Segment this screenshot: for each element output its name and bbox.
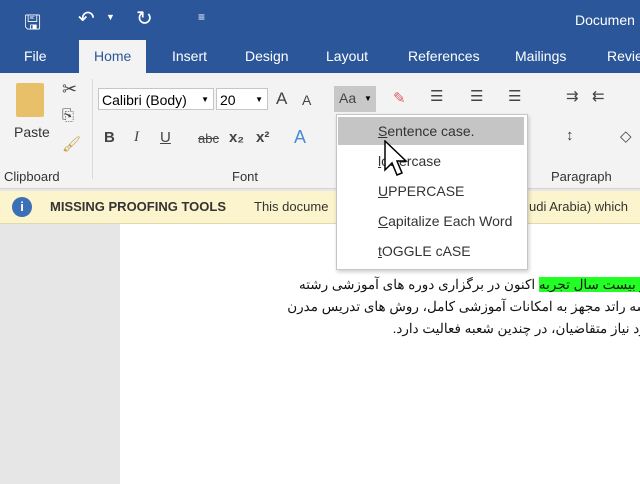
shading-icon[interactable]: ◇ (620, 127, 632, 145)
customize-icon[interactable]: ≡ (198, 10, 205, 24)
message-text-end: udi Arabia) which (529, 199, 628, 214)
change-case-button[interactable]: Aa ▼ (334, 86, 376, 112)
copy-icon[interactable]: ⎘ (62, 107, 74, 124)
menu-item-toggle-case[interactable]: tOGGLE cASE (338, 237, 524, 265)
paragraph-group-label: Paragraph (551, 169, 612, 184)
redo-icon[interactable]: ↻ (136, 6, 153, 31)
underline-button[interactable]: U (160, 129, 171, 146)
shrink-font-icon[interactable]: A (302, 92, 311, 108)
cut-icon[interactable]: ✂ (62, 79, 77, 100)
highlighted-text: ر از بیست سال تجربه (538, 277, 640, 292)
save-icon[interactable]: 🖫 (24, 8, 41, 42)
ribbon-tabs: File Home Insert Design Layout Reference… (0, 40, 640, 73)
change-case-menu: Sentence case. lowercase UPPERCASE Capit… (336, 114, 528, 270)
tab-design[interactable]: Design (245, 40, 289, 73)
document-title: Documen (575, 12, 635, 28)
info-icon: i (12, 197, 32, 217)
tab-mailings[interactable]: Mailings (515, 40, 566, 73)
subscript-button[interactable]: x₂ (229, 129, 244, 146)
strikethrough-button[interactable]: abc (198, 131, 219, 146)
decrease-indent-icon[interactable]: ⇉ (566, 87, 579, 105)
text-effects-icon[interactable]: A (294, 127, 306, 148)
clear-formatting-icon[interactable]: ✎ (393, 89, 406, 107)
message-bar: i MISSING PROOFING TOOLS This docume udi… (0, 191, 640, 224)
format-painter-icon[interactable]: 🖌 (62, 135, 81, 153)
tab-home[interactable]: Home (79, 40, 147, 73)
font-size-select[interactable]: 20 ▼ (216, 88, 268, 110)
title-bar: 🖫 ↶ ▼ ↻ ≡ Documen (0, 0, 640, 40)
paste-button[interactable]: Paste (14, 124, 50, 140)
message-text: This docume (254, 199, 329, 214)
menu-item-capitalize-each-word[interactable]: Capitalize Each Word (338, 207, 524, 235)
increase-indent-icon[interactable]: ⇇ (592, 87, 605, 105)
tab-file[interactable]: File (24, 40, 47, 73)
tab-review[interactable]: Revie (607, 40, 640, 73)
font-name-select[interactable]: Calibri (Body) ▼ (98, 88, 214, 110)
multilevel-list-icon[interactable]: ☰ (508, 87, 521, 105)
document-body[interactable]: ر از بیست سال تجربه اکنون در برگزاری دور… (140, 274, 640, 340)
menu-item-sentence-case[interactable]: Sentence case. (338, 117, 524, 145)
undo-dropdown-icon[interactable]: ▼ (106, 12, 115, 22)
undo-icon[interactable]: ↶ (78, 6, 95, 31)
superscript-button[interactable]: x² (256, 129, 269, 146)
paste-icon[interactable] (16, 83, 44, 117)
italic-button[interactable]: I (134, 129, 139, 146)
tab-insert[interactable]: Insert (172, 40, 207, 73)
clipboard-group-label: Clipboard (4, 169, 60, 184)
mouse-cursor-icon (384, 140, 408, 176)
bold-button[interactable]: B (104, 129, 115, 146)
tab-references[interactable]: References (408, 40, 480, 73)
ribbon: Paste ✂ ⎘ 🖌 Clipboard Calibri (Body) ▼ 20… (0, 73, 640, 189)
paragraph-line: مورد نیاز متقاضیان، در چندین شعبه فعالیت… (392, 321, 640, 336)
line-spacing-icon[interactable]: ↕ (566, 127, 574, 144)
message-title: MISSING PROOFING TOOLS (50, 199, 226, 214)
paragraph-line: سسه راتد مجهز به امکانات آموزشی کامل، رو… (287, 299, 640, 314)
font-group-label: Font (232, 169, 259, 184)
paragraph-line: ر از بیست سال تجربه اکنون در برگزاری دور… (140, 274, 640, 296)
grow-font-icon[interactable]: A (276, 89, 287, 109)
bullets-icon[interactable]: ☰ (430, 87, 443, 105)
menu-item-uppercase[interactable]: UPPERCASE (338, 177, 524, 205)
tab-layout[interactable]: Layout (326, 40, 368, 73)
numbering-icon[interactable]: ☰ (470, 87, 483, 105)
menu-item-lowercase[interactable]: lowercase (338, 147, 524, 175)
